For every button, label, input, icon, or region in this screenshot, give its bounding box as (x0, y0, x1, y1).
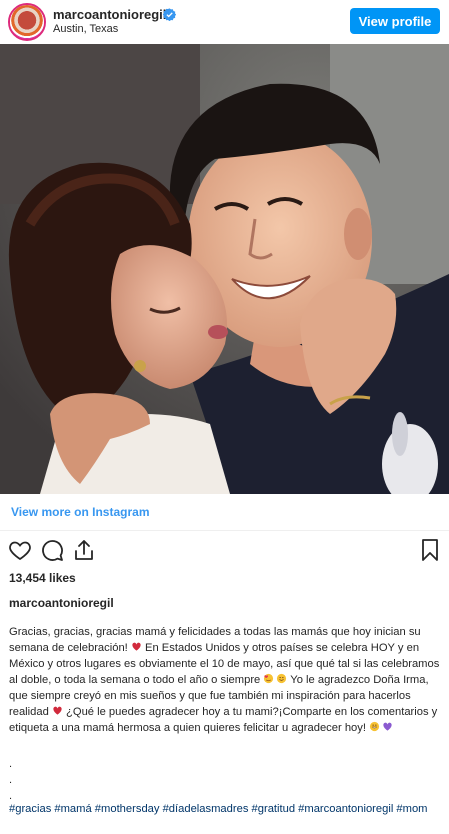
avatar[interactable] (10, 5, 44, 39)
heart-icon[interactable] (8, 538, 32, 562)
comment-icon[interactable] (40, 538, 64, 562)
likes-count[interactable]: 13,454 likes (9, 571, 76, 585)
purple-heart-emoji-icon (383, 722, 392, 731)
view-more-link[interactable]: View more on Instagram (11, 505, 150, 519)
share-icon[interactable] (72, 538, 96, 562)
post-photo[interactable] (0, 44, 449, 494)
view-profile-button[interactable]: View profile (350, 8, 440, 34)
action-bar (0, 538, 449, 564)
dot: . (9, 774, 13, 786)
red-heart-emoji-icon (53, 706, 62, 715)
caption-text: Gracias, gracias, gracias mamá y felicid… (9, 624, 441, 736)
grinning-emoji-icon (369, 721, 380, 732)
location[interactable]: Austin, Texas (53, 23, 118, 35)
caption-dots: . . . (9, 756, 12, 804)
hashtags[interactable]: #gracias #mamá #mothersday #díadelasmadr… (9, 801, 441, 817)
smiling-emoji-icon (277, 673, 287, 684)
bookmark-icon[interactable] (418, 538, 442, 562)
smiling-hearts-emoji-icon (264, 673, 274, 684)
photo-illustration (0, 44, 449, 494)
red-heart-emoji-icon (132, 642, 141, 651)
divider (0, 530, 449, 531)
post-header: marcoantonioregil Austin, Texas View pro… (0, 0, 449, 44)
verified-badge-icon (163, 8, 176, 21)
dot: . (9, 758, 13, 770)
caption-username[interactable]: marcoantonioregil (9, 596, 114, 610)
username[interactable]: marcoantonioregil (53, 7, 166, 22)
